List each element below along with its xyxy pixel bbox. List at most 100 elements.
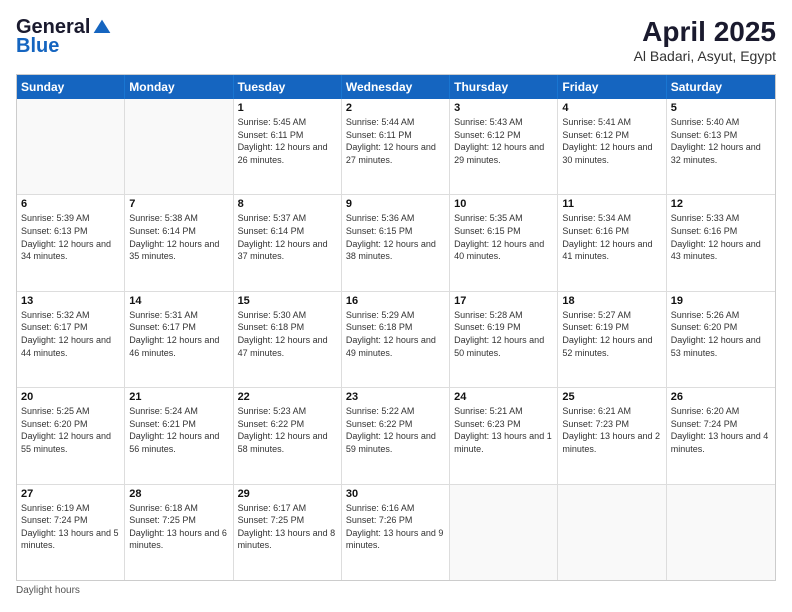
- calendar-day-7: 7 Sunrise: 5:38 AMSunset: 6:14 PMDaylight…: [125, 195, 233, 290]
- cell-info: Sunrise: 5:38 AMSunset: 6:14 PMDaylight:…: [129, 212, 228, 262]
- location: Al Badari, Asyut, Egypt: [634, 48, 776, 64]
- calendar-week-3: 13Sunrise: 5:32 AMSunset: 6:17 PMDayligh…: [17, 291, 775, 387]
- calendar-header-saturday: Saturday: [667, 75, 775, 99]
- cell-info: Sunrise: 5:40 AMSunset: 6:13 PMDaylight:…: [671, 116, 771, 166]
- calendar-header-wednesday: Wednesday: [342, 75, 450, 99]
- day-number: 24: [454, 391, 553, 403]
- page: General Blue April 2025 Al Badari, Asyut…: [0, 0, 792, 612]
- cell-info: Sunrise: 5:29 AMSunset: 6:18 PMDaylight:…: [346, 309, 445, 359]
- day-number: 20: [21, 391, 120, 403]
- day-number: 19: [671, 295, 771, 307]
- day-number: 5: [671, 102, 771, 114]
- calendar-day-6: 6 Sunrise: 5:39 AMSunset: 6:13 PMDaylight…: [17, 195, 125, 290]
- day-number: 17: [454, 295, 553, 307]
- calendar-header-monday: Monday: [125, 75, 233, 99]
- month-title: April 2025: [634, 16, 776, 48]
- calendar-day-2: 2 Sunrise: 5:44 AMSunset: 6:11 PMDaylight…: [342, 99, 450, 194]
- day-number: 4: [562, 102, 661, 114]
- calendar-day-16: 16 Sunrise: 5:29 AMSunset: 6:18 PMDayligh…: [342, 292, 450, 387]
- day-number: 16: [346, 295, 445, 307]
- day-number: 10: [454, 198, 553, 210]
- calendar-header-sunday: Sunday: [17, 75, 125, 99]
- cell-info: Sunrise: 5:39 AMSunset: 6:13 PMDaylight:…: [21, 212, 120, 262]
- calendar-day-28: 28 Sunrise: 6:18 AMSunset: 7:25 PMDayligh…: [125, 485, 233, 580]
- calendar: SundayMondayTuesdayWednesdayThursdayFrid…: [16, 74, 776, 581]
- day-number: 12: [671, 198, 771, 210]
- calendar-day-12: 12 Sunrise: 5:33 AMSunset: 6:16 PMDayligh…: [667, 195, 775, 290]
- cell-info: Sunrise: 5:25 AMSunset: 6:20 PMDaylight:…: [21, 405, 120, 455]
- cell-info: Sunrise: 6:18 AMSunset: 7:25 PMDaylight:…: [129, 502, 228, 552]
- cell-info: Sunrise: 5:30 AMSunset: 6:18 PMDaylight:…: [238, 309, 337, 359]
- day-number: 6: [21, 198, 120, 210]
- calendar-day-13: 13Sunrise: 5:32 AMSunset: 6:17 PMDayligh…: [17, 292, 125, 387]
- calendar-header-tuesday: Tuesday: [234, 75, 342, 99]
- calendar-day-empty: [450, 485, 558, 580]
- cell-info: Sunrise: 6:21 AMSunset: 7:23 PMDaylight:…: [562, 405, 661, 455]
- calendar-day-10: 10 Sunrise: 5:35 AMSunset: 6:15 PMDayligh…: [450, 195, 558, 290]
- calendar-week-1: 1Sunrise: 5:45 AMSunset: 6:11 PMDaylight…: [17, 99, 775, 194]
- cell-info: Sunrise: 5:28 AMSunset: 6:19 PMDaylight:…: [454, 309, 553, 359]
- calendar-day-29: 29 Sunrise: 6:17 AMSunset: 7:25 PMDayligh…: [234, 485, 342, 580]
- day-number: 14: [129, 295, 228, 307]
- day-number: 23: [346, 391, 445, 403]
- calendar-day-4: 4Sunrise: 5:41 AMSunset: 6:12 PMDaylight…: [558, 99, 666, 194]
- cell-info: Sunrise: 5:26 AMSunset: 6:20 PMDaylight:…: [671, 309, 771, 359]
- calendar-day-3: 3Sunrise: 5:43 AMSunset: 6:12 PMDaylight…: [450, 99, 558, 194]
- calendar-week-5: 27 Sunrise: 6:19 AMSunset: 7:24 PMDayligh…: [17, 484, 775, 580]
- header: General Blue April 2025 Al Badari, Asyut…: [16, 16, 776, 64]
- calendar-day-24: 24Sunrise: 5:21 AMSunset: 6:23 PMDayligh…: [450, 388, 558, 483]
- calendar-day-26: 26 Sunrise: 6:20 AMSunset: 7:24 PMDayligh…: [667, 388, 775, 483]
- calendar-day-8: 8Sunrise: 5:37 AMSunset: 6:14 PMDaylight…: [234, 195, 342, 290]
- day-number: 21: [129, 391, 228, 403]
- day-number: 22: [238, 391, 337, 403]
- calendar-week-4: 20 Sunrise: 5:25 AMSunset: 6:20 PMDayligh…: [17, 387, 775, 483]
- cell-info: Sunrise: 5:27 AMSunset: 6:19 PMDaylight:…: [562, 309, 661, 359]
- logo-icon: [92, 18, 112, 38]
- calendar-header: SundayMondayTuesdayWednesdayThursdayFrid…: [17, 75, 775, 99]
- day-number: 15: [238, 295, 337, 307]
- cell-info: Sunrise: 5:34 AMSunset: 6:16 PMDaylight:…: [562, 212, 661, 262]
- calendar-day-14: 14Sunrise: 5:31 AMSunset: 6:17 PMDayligh…: [125, 292, 233, 387]
- footer-note: Daylight hours: [16, 585, 776, 596]
- day-number: 13: [21, 295, 120, 307]
- calendar-day-27: 27 Sunrise: 6:19 AMSunset: 7:24 PMDayligh…: [17, 485, 125, 580]
- cell-info: Sunrise: 6:19 AMSunset: 7:24 PMDaylight:…: [21, 502, 120, 552]
- calendar-day-23: 23Sunrise: 5:22 AMSunset: 6:22 PMDayligh…: [342, 388, 450, 483]
- cell-info: Sunrise: 5:36 AMSunset: 6:15 PMDaylight:…: [346, 212, 445, 262]
- day-number: 8: [238, 198, 337, 210]
- day-number: 27: [21, 488, 120, 500]
- cell-info: Sunrise: 5:23 AMSunset: 6:22 PMDaylight:…: [238, 405, 337, 455]
- calendar-day-15: 15 Sunrise: 5:30 AMSunset: 6:18 PMDayligh…: [234, 292, 342, 387]
- day-number: 28: [129, 488, 228, 500]
- cell-info: Sunrise: 6:16 AMSunset: 7:26 PMDaylight:…: [346, 502, 445, 552]
- day-number: 18: [562, 295, 661, 307]
- calendar-day-9: 9Sunrise: 5:36 AMSunset: 6:15 PMDaylight…: [342, 195, 450, 290]
- calendar-day-19: 19 Sunrise: 5:26 AMSunset: 6:20 PMDayligh…: [667, 292, 775, 387]
- day-number: 1: [238, 102, 337, 114]
- day-number: 25: [562, 391, 661, 403]
- cell-info: Sunrise: 6:17 AMSunset: 7:25 PMDaylight:…: [238, 502, 337, 552]
- cell-info: Sunrise: 5:33 AMSunset: 6:16 PMDaylight:…: [671, 212, 771, 262]
- day-number: 11: [562, 198, 661, 210]
- daylight-hours-label: Daylight hours: [16, 585, 80, 596]
- day-number: 26: [671, 391, 771, 403]
- calendar-day-empty: [667, 485, 775, 580]
- calendar-header-friday: Friday: [558, 75, 666, 99]
- logo-blue-text: Blue: [16, 35, 59, 58]
- calendar-day-20: 20 Sunrise: 5:25 AMSunset: 6:20 PMDayligh…: [17, 388, 125, 483]
- cell-info: Sunrise: 5:24 AMSunset: 6:21 PMDaylight:…: [129, 405, 228, 455]
- day-number: 3: [454, 102, 553, 114]
- calendar-day-17: 17 Sunrise: 5:28 AMSunset: 6:19 PMDayligh…: [450, 292, 558, 387]
- calendar-header-thursday: Thursday: [450, 75, 558, 99]
- day-number: 2: [346, 102, 445, 114]
- cell-info: Sunrise: 6:20 AMSunset: 7:24 PMDaylight:…: [671, 405, 771, 455]
- calendar-day-21: 21 Sunrise: 5:24 AMSunset: 6:21 PMDayligh…: [125, 388, 233, 483]
- cell-info: Sunrise: 5:35 AMSunset: 6:15 PMDaylight:…: [454, 212, 553, 262]
- day-number: 29: [238, 488, 337, 500]
- cell-info: Sunrise: 5:44 AMSunset: 6:11 PMDaylight:…: [346, 116, 445, 166]
- calendar-day-22: 22 Sunrise: 5:23 AMSunset: 6:22 PMDayligh…: [234, 388, 342, 483]
- day-number: 7: [129, 198, 228, 210]
- title-block: April 2025 Al Badari, Asyut, Egypt: [634, 16, 776, 64]
- calendar-day-25: 25 Sunrise: 6:21 AMSunset: 7:23 PMDayligh…: [558, 388, 666, 483]
- calendar-day-1: 1Sunrise: 5:45 AMSunset: 6:11 PMDaylight…: [234, 99, 342, 194]
